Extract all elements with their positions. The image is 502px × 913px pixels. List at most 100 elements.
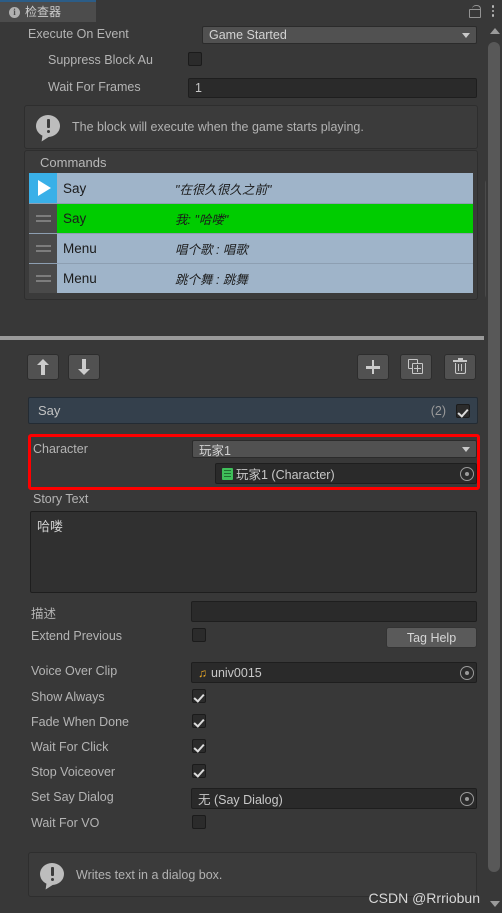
command-detail-title: Say xyxy=(38,403,61,418)
wait-for-click-label: Wait For Click xyxy=(31,740,109,754)
scroll-down-arrow-icon[interactable] xyxy=(490,901,500,907)
set-say-dialog-field[interactable]: 无 (Say Dialog) xyxy=(191,788,477,809)
drag-handle-icon[interactable] xyxy=(29,234,57,263)
story-text-label-row: Story Text xyxy=(33,492,88,506)
chevron-down-icon xyxy=(462,447,470,452)
extend-previous-label-row: Extend Previous xyxy=(31,629,122,643)
plus-icon xyxy=(366,360,380,374)
commands-list: Say "在很久很久之前" Say 我: "哈喽" Menu 唱个歌 : 唱歌 … xyxy=(29,173,473,293)
suppress-block-label-row: Suppress Block Au xyxy=(48,53,153,67)
set-say-dialog-value: 无 (Say Dialog) xyxy=(198,793,283,807)
execute-on-event-value: Game Started xyxy=(209,28,287,42)
show-always-label: Show Always xyxy=(31,690,105,704)
inspector-scrollbar[interactable] xyxy=(486,22,502,913)
drag-handle-icon[interactable] xyxy=(29,204,57,233)
command-enabled-checkbox[interactable] xyxy=(456,403,470,418)
add-command-button[interactable] xyxy=(357,354,389,380)
move-up-button[interactable] xyxy=(27,354,59,380)
commands-header: Commands xyxy=(40,155,107,170)
inspector-scrollbar-thumb[interactable] xyxy=(488,42,500,872)
command-row-0[interactable]: Say "在很久很久之前" xyxy=(29,173,473,203)
wait-for-frames-input[interactable]: 1 xyxy=(188,78,477,98)
wait-for-vo-checkbox[interactable] xyxy=(192,815,206,829)
play-icon[interactable] xyxy=(29,173,57,203)
show-always-label-row: Show Always xyxy=(31,690,105,704)
character-asset-icon xyxy=(222,467,233,480)
set-say-dialog-label: Set Say Dialog xyxy=(31,790,114,804)
stop-voiceover-label: Stop Voiceover xyxy=(31,765,116,779)
show-always-checkbox[interactable] xyxy=(192,689,206,703)
command-name: Menu xyxy=(63,271,97,286)
object-picker-icon[interactable] xyxy=(460,791,474,806)
description-label-row: 描述 xyxy=(31,603,56,622)
command-row-2[interactable]: Menu 唱个歌 : 唱歌 xyxy=(29,233,473,263)
arrow-up-icon xyxy=(36,359,50,375)
command-row-1[interactable]: Say 我: "哈喽" xyxy=(29,203,473,233)
command-detail-count: (2) xyxy=(430,403,446,418)
wait-for-vo-label-row: Wait For VO xyxy=(31,816,99,830)
window-tabbar: i 检查器 xyxy=(0,0,502,22)
object-picker-icon[interactable] xyxy=(460,466,474,481)
stop-voiceover-label-row: Stop Voiceover xyxy=(31,765,115,779)
wait-for-click-checkbox[interactable] xyxy=(192,739,206,753)
delete-command-button[interactable] xyxy=(444,354,476,380)
voice-over-clip-field[interactable]: ♫ univ0015 xyxy=(191,662,477,683)
info-bubble-icon xyxy=(36,115,62,143)
chevron-down-icon xyxy=(462,33,470,38)
wait-for-click-label-row: Wait For Click xyxy=(31,740,108,754)
tab-inspector-label: 检查器 xyxy=(25,5,62,19)
command-summary: 唱个歌 : 唱歌 xyxy=(175,243,248,257)
execute-on-event-label: Execute On Event xyxy=(28,27,129,41)
command-name: Menu xyxy=(63,241,97,256)
description-label: 描述 xyxy=(31,607,57,621)
wait-for-frames-label-row: Wait For Frames xyxy=(48,80,141,94)
command-summary: "在很久很久之前" xyxy=(175,182,272,197)
extend-previous-checkbox[interactable] xyxy=(192,628,206,642)
character-label-row: Character xyxy=(33,442,88,456)
command-summary: 我: "哈喽" xyxy=(175,213,229,227)
drag-handle-icon[interactable] xyxy=(29,264,57,293)
command-detail-header[interactable]: Say (2) xyxy=(28,397,478,424)
tab-inspector[interactable]: i 检查器 xyxy=(0,0,96,22)
voice-over-clip-label: Voice Over Clip xyxy=(31,664,118,678)
suppress-block-checkbox[interactable] xyxy=(188,52,202,66)
move-down-button[interactable] xyxy=(68,354,100,380)
object-picker-icon[interactable] xyxy=(460,665,474,680)
stop-voiceover-checkbox[interactable] xyxy=(192,764,206,778)
set-say-dialog-label-row: Set Say Dialog xyxy=(31,790,114,804)
kebab-menu-icon[interactable] xyxy=(490,3,497,19)
command-name: Say xyxy=(63,211,87,226)
character-dropdown[interactable]: 玩家1 xyxy=(192,440,477,458)
story-text-input[interactable]: 哈喽 xyxy=(30,511,477,593)
scroll-up-arrow-icon[interactable] xyxy=(490,28,500,34)
story-text-value: 哈喽 xyxy=(37,519,64,534)
trash-icon xyxy=(453,358,467,375)
character-object-value: 玩家1 (Character) xyxy=(236,468,335,482)
tag-help-label: Tag Help xyxy=(406,630,457,645)
info-bubble-icon xyxy=(40,862,66,890)
character-object-field[interactable]: 玩家1 (Character) xyxy=(215,463,477,484)
inspector-window: i 检查器 Execute On Event Game Started Supp… xyxy=(0,0,502,913)
wait-for-frames-label: Wait For Frames xyxy=(48,80,141,94)
lock-icon[interactable] xyxy=(468,4,481,18)
music-note-icon: ♫ xyxy=(198,665,207,680)
panel-splitter[interactable] xyxy=(0,336,484,340)
tag-help-button[interactable]: Tag Help xyxy=(386,627,477,648)
voice-over-clip-label-row: Voice Over Clip xyxy=(31,664,117,678)
arrow-down-icon xyxy=(77,359,91,375)
command-row-3[interactable]: Menu 跳个舞 : 跳舞 xyxy=(29,263,473,293)
command-name: Say xyxy=(63,180,87,196)
wait-for-vo-label: Wait For VO xyxy=(31,816,100,830)
description-input[interactable] xyxy=(191,601,477,622)
fade-when-done-label: Fade When Done xyxy=(31,715,129,729)
commands-panel: Commands Say "在很久很久之前" Say 我: "哈喽" Menu … xyxy=(24,150,478,300)
watermark: CSDN @Rrriobun xyxy=(368,890,480,906)
character-label: Character xyxy=(33,442,88,456)
execute-on-event-label-row: Execute On Event xyxy=(28,27,129,41)
fade-when-done-checkbox[interactable] xyxy=(192,714,206,728)
duplicate-command-button[interactable] xyxy=(400,354,432,380)
command-summary: 跳个舞 : 跳舞 xyxy=(175,273,248,287)
execute-on-event-dropdown[interactable]: Game Started xyxy=(202,26,477,44)
suppress-block-label: Suppress Block Au xyxy=(48,53,153,67)
duplicate-icon xyxy=(408,359,424,375)
